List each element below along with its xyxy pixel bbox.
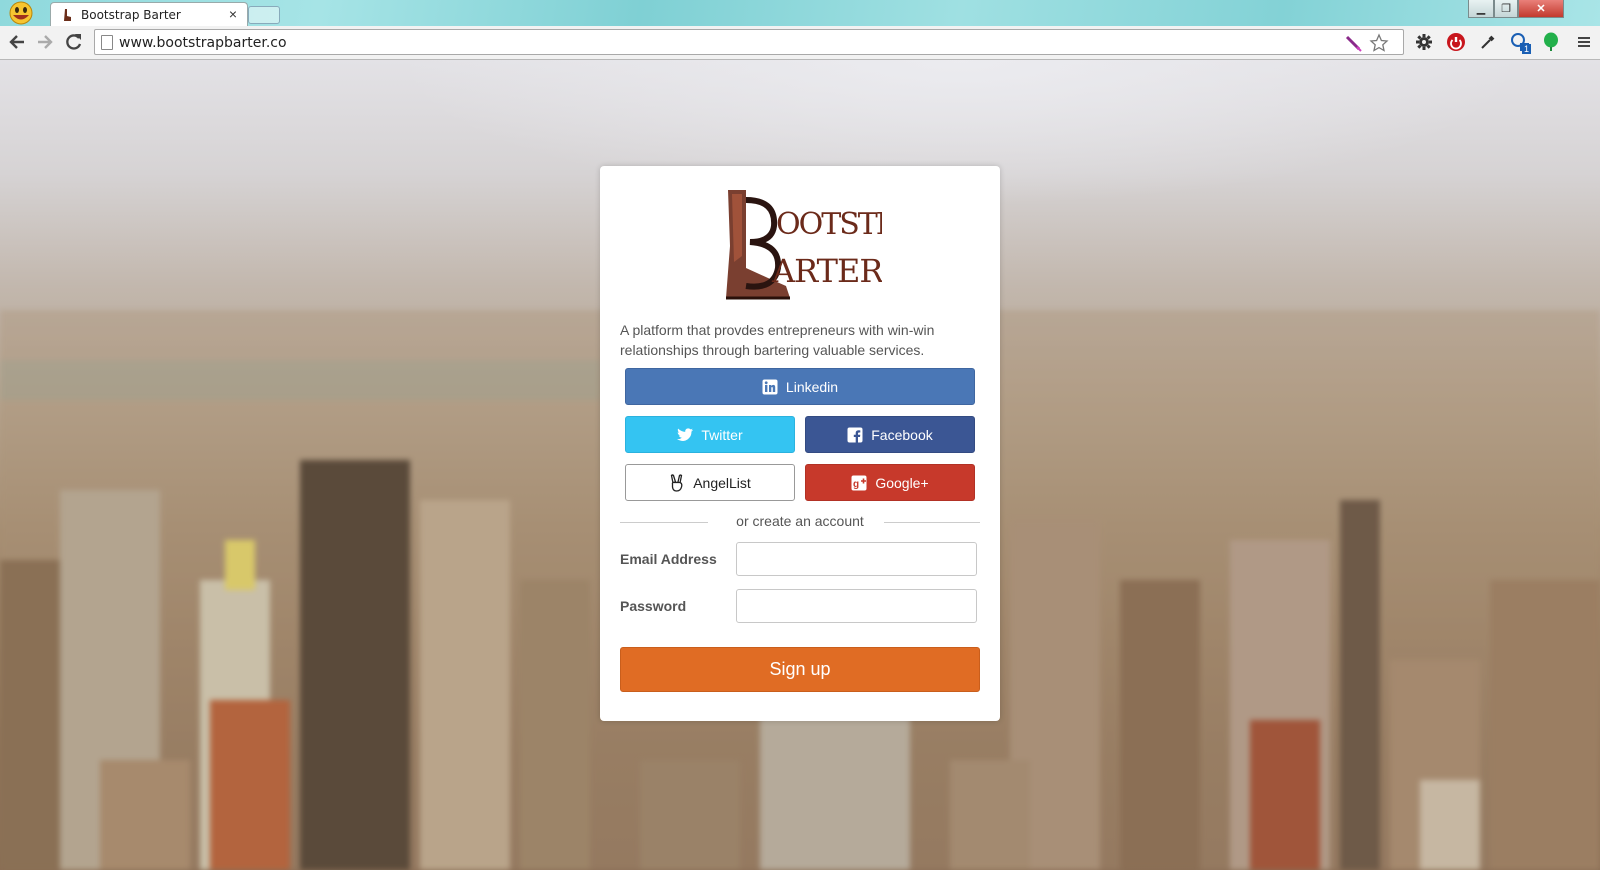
back-arrow-icon xyxy=(9,35,24,49)
forward-arrow-icon xyxy=(38,35,53,49)
linkedin-button-label: Linkedin xyxy=(785,378,839,395)
sign-up-button[interactable]: Sign up xyxy=(620,647,980,692)
facebook-icon xyxy=(847,427,863,443)
divider-text: or create an account xyxy=(736,513,864,529)
or-divider: or create an account xyxy=(620,512,980,532)
profile-avatar-icon[interactable] xyxy=(4,0,38,25)
email-field[interactable] xyxy=(736,542,977,576)
minimize-button[interactable]: ▁ xyxy=(1468,0,1494,18)
settings-gear-icon[interactable] xyxy=(1414,32,1434,52)
window-controls: ▁ ❐ ✕ xyxy=(1468,0,1564,18)
google-plus-button-label: Google+ xyxy=(875,474,929,491)
twitter-button-label: Twitter xyxy=(701,426,743,443)
translate-extension-icon[interactable]: 1 xyxy=(1510,32,1531,54)
facebook-button-label: Facebook xyxy=(871,426,933,443)
browser-toolbar: www.bootstrapbarter.co 1 xyxy=(0,26,1600,60)
angellist-signin-button[interactable]: AngelList xyxy=(625,464,795,501)
google-plus-icon: g xyxy=(851,475,867,491)
twitter-bird-icon xyxy=(677,427,694,443)
forward-button[interactable] xyxy=(34,31,56,53)
browser-titlebar: Bootstrap Barter × ▁ ❐ ✕ xyxy=(0,0,1600,27)
angellist-button-label: AngelList xyxy=(693,474,751,491)
logo-text-line-1: OOTSTRAP xyxy=(776,207,882,242)
password-field[interactable] xyxy=(736,589,977,623)
bookmark-star-icon[interactable] xyxy=(1369,33,1389,53)
angellist-peace-hand-icon xyxy=(669,473,685,492)
twitter-signin-button[interactable]: Twitter xyxy=(625,416,795,453)
reload-icon xyxy=(66,34,82,50)
logo-text-line-2: ARTER xyxy=(771,252,882,290)
password-label: Password xyxy=(620,598,687,614)
new-tab-button[interactable] xyxy=(248,6,280,24)
restore-button[interactable]: ❐ xyxy=(1494,0,1518,18)
green-leaf-extension-icon[interactable] xyxy=(1541,32,1561,52)
extension-badge: 1 xyxy=(1521,44,1531,54)
bootstrap-barter-logo: OOTSTRAP ARTER xyxy=(726,190,882,300)
google-plus-signin-button[interactable]: g Google+ xyxy=(805,464,975,501)
tab-close-button[interactable]: × xyxy=(229,6,237,22)
url-text: www.bootstrapbarter.co xyxy=(119,35,287,51)
email-label: Email Address xyxy=(620,551,717,567)
linkedin-signin-button[interactable]: Linkedin xyxy=(625,368,975,405)
bootstrap-barter-favicon-icon xyxy=(64,9,71,21)
pen-extension-icon[interactable] xyxy=(1345,34,1363,52)
divider-line-right xyxy=(884,522,980,523)
signup-card: OOTSTRAP ARTER A platform that provdes e… xyxy=(600,166,1000,721)
tab-title: Bootstrap Barter xyxy=(81,8,181,22)
eyedropper-icon[interactable] xyxy=(1478,32,1498,52)
browser-tab-active[interactable]: Bootstrap Barter × xyxy=(50,2,248,27)
tagline: A platform that provdes entrepreneurs wi… xyxy=(620,322,935,358)
back-button[interactable] xyxy=(6,31,28,53)
address-bar[interactable]: www.bootstrapbarter.co xyxy=(94,29,1404,55)
adblock-stop-icon[interactable] xyxy=(1446,32,1466,52)
page-icon xyxy=(101,35,113,50)
facebook-signin-button[interactable]: Facebook xyxy=(805,416,975,453)
reload-button[interactable] xyxy=(63,31,85,53)
svg-text:g: g xyxy=(853,479,859,490)
linkedin-icon xyxy=(762,379,778,395)
chrome-menu-icon[interactable] xyxy=(1574,32,1594,52)
close-window-button[interactable]: ✕ xyxy=(1518,0,1564,18)
page-background-cityscape: OOTSTRAP ARTER A platform that provdes e… xyxy=(0,60,1600,870)
